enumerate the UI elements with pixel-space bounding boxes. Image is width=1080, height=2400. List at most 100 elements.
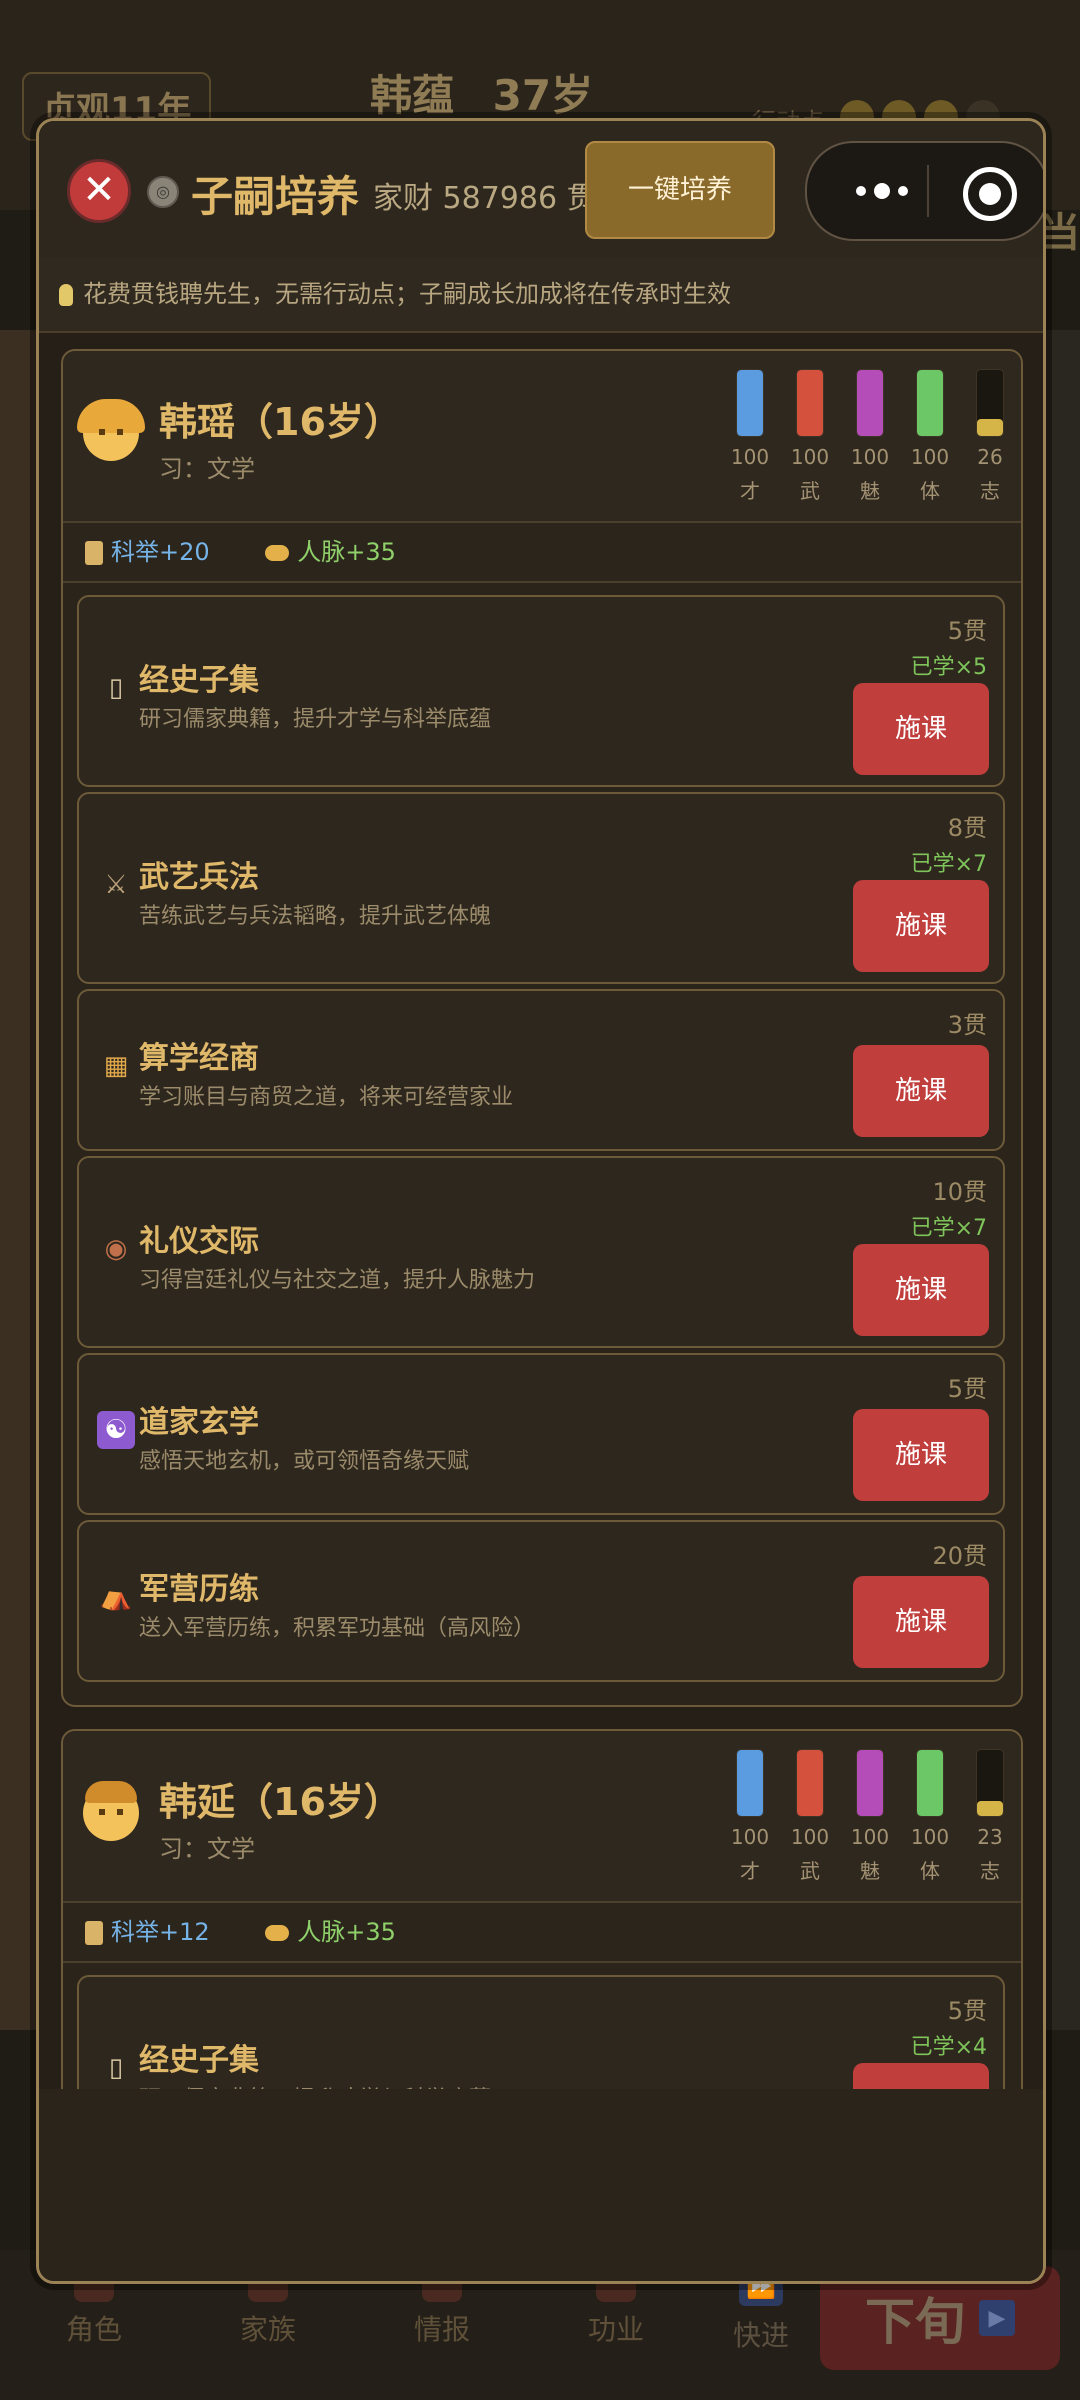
modal-footer-space <box>39 2103 1043 2281</box>
child-header: 韩瑶（16岁） 习：文学 100 才 100 武 100 魅 100 体 26 志 <box>63 351 1021 523</box>
stat-mei: 100 魅 <box>845 1749 895 1884</box>
yin-yang-icon: ☯ <box>97 1411 135 1449</box>
stat-wu: 100 武 <box>785 369 835 504</box>
renmai-bonus: 人脉+35 <box>297 1918 396 1946</box>
children-list[interactable]: 韩瑶（16岁） 习：文学 100 才 100 武 100 魅 100 体 26 志 科举+… <box>39 333 1043 2089</box>
course-learned: 已学×7 <box>910 1216 987 1241</box>
teach-button[interactable]: 施课 <box>853 1409 989 1501</box>
course-desc: 研习儒家典籍，提升才学与科举底蕴 <box>139 2081 491 2089</box>
course-name: 算学经商 <box>139 1041 259 1076</box>
close-button[interactable]: ✕ <box>67 159 131 223</box>
course-desc: 学习账目与商贸之道，将来可经营家业 <box>139 1085 514 1110</box>
family-wealth: 家财 587986 贯 <box>373 181 597 216</box>
more-options-icon[interactable] <box>837 143 927 239</box>
teach-button[interactable]: 施课 <box>853 683 989 775</box>
teach-button[interactable]: 施课 <box>853 1576 989 1668</box>
child-name: 韩延（16岁） <box>159 1780 402 1824</box>
close-miniprogram-icon[interactable] <box>963 167 1017 221</box>
teach-button[interactable]: 施课 <box>853 1045 989 1137</box>
child-card: 韩延（16岁） 习：文学 100 才 100 武 100 魅 100 体 23 志 科举+… <box>61 1729 1023 2089</box>
course-price: 3贯 <box>947 1011 987 1039</box>
player-header: 韩蕴 37岁 <box>370 62 593 123</box>
child-stats: 100 才 100 武 100 魅 100 体 23 志 <box>725 1749 1015 1884</box>
lightbulb-icon <box>59 284 73 306</box>
train-all-button[interactable]: 一键培养 <box>585 141 775 239</box>
course-price: 5贯 <box>947 1375 987 1403</box>
tab-label: 角色 <box>65 2313 122 2346</box>
course-desc: 感悟天地玄机，或可领悟奇缘天赋 <box>139 1449 470 1474</box>
boy-avatar-icon <box>83 1781 139 1841</box>
course-learned: 已学×5 <box>910 655 987 680</box>
course-price: 5贯 <box>947 617 987 645</box>
book-icon: ▯ <box>108 673 124 703</box>
scroll-icon <box>85 541 103 565</box>
handshake-icon <box>265 1925 290 1941</box>
course-learned: 已学×7 <box>910 852 987 877</box>
right-list-strip <box>1040 330 1080 2030</box>
course-desc: 习得宫廷礼仪与社交之道，提升人脉魅力 <box>139 1268 536 1293</box>
child-stats: 100 才 100 武 100 魅 100 体 26 志 <box>725 369 1015 504</box>
capsule-divider <box>927 165 929 217</box>
keju-bonus: 科举+12 <box>111 1918 210 1946</box>
play-icon: ▶ <box>979 2300 1015 2336</box>
player-age: 37岁 <box>492 71 594 120</box>
tab-label: 功业 <box>587 2313 644 2346</box>
modal-header: ✕ ◎ 子嗣培养 家财 587986 贯 一键培养 <box>39 121 1043 259</box>
player-name: 韩蕴 <box>370 71 455 120</box>
stat-cai: 100 才 <box>725 369 775 504</box>
course-price: 5贯 <box>947 1997 987 2025</box>
course-name: 武艺兵法 <box>139 860 259 895</box>
course-item: ◉ 礼仪交际 习得宫廷礼仪与社交之道，提升人脉魅力 10贯 已学×7 施课 <box>77 1156 1005 1348</box>
course-desc: 苦练武艺与兵法韬略，提升武艺体魄 <box>139 904 492 929</box>
stat-wu: 100 武 <box>785 1749 835 1884</box>
notice-bar: 花费贯钱聘先生，无需行动点；子嗣成长加成将在传承时生效 <box>39 257 1043 333</box>
left-artwork <box>0 330 40 2030</box>
stat-ti: 100 体 <box>905 369 955 504</box>
right-edge-text: 当 <box>1040 210 1080 256</box>
course-learned: 已学×4 <box>910 2035 987 2060</box>
course-name: 道家玄学 <box>139 1405 259 1440</box>
modal-title: 子嗣培养 <box>191 172 360 221</box>
coin-icon: ◎ <box>147 176 179 208</box>
course-item: ⚔ 武艺兵法 苦练武艺与兵法韬略，提升武艺体魄 8贯 已学×7 施课 <box>77 792 1005 984</box>
teach-button[interactable]: 施课 <box>853 1244 989 1336</box>
renmai-bonus: 人脉+35 <box>297 538 396 566</box>
course-name: 经史子集 <box>139 2043 259 2078</box>
stat-ti: 100 体 <box>905 1749 955 1884</box>
crossed-swords-icon: ⚔ <box>104 870 128 900</box>
course-item: ▯ 经史子集 研习儒家典籍，提升才学与科举底蕴 5贯 已学×4 施课 <box>77 1975 1005 2089</box>
course-price: 20贯 <box>932 1542 987 1570</box>
teach-button[interactable]: 施课 <box>853 880 989 972</box>
course-name: 礼仪交际 <box>139 1224 259 1259</box>
course-desc: 研习儒家典籍，提升才学与科举底蕴 <box>139 707 492 732</box>
stat-mei: 100 魅 <box>845 369 895 504</box>
fast-forward-label: 快进 <box>732 2319 789 2352</box>
bonus-row: 科举+20 人脉+35 <box>63 523 1021 583</box>
course-name: 军营历练 <box>139 1572 259 1607</box>
child-study: 习：文学 <box>159 455 255 483</box>
course-name: 经史子集 <box>139 663 259 698</box>
tab-label: 家族 <box>239 2313 296 2346</box>
girl-avatar-icon <box>77 399 145 461</box>
course-item: ▦ 算学经商 学习账目与商贸之道，将来可经营家业 3贯 施课 <box>77 989 1005 1151</box>
tent-icon: ⛺ <box>99 1582 133 1612</box>
drum-icon: ◉ <box>104 1234 128 1264</box>
notice-text: 花费贯钱聘先生，无需行动点；子嗣成长加成将在传承时生效 <box>83 280 731 308</box>
course-desc: 送入军营历练，积累军功基础（高风险） <box>139 1616 536 1641</box>
course-item: ▯ 经史子集 研习儒家典籍，提升才学与科举底蕴 5贯 已学×5 施课 <box>77 595 1005 787</box>
next-turn-label: 下旬 <box>865 2293 965 2351</box>
child-study: 习：文学 <box>159 1835 255 1863</box>
miniprogram-capsule <box>805 141 1043 241</box>
handshake-icon <box>265 545 290 561</box>
stat-cai: 100 才 <box>725 1749 775 1884</box>
course-price: 10贯 <box>932 1178 987 1206</box>
child-card: 韩瑶（16岁） 习：文学 100 才 100 武 100 魅 100 体 26 志 科举+… <box>61 349 1023 1707</box>
course-item: ☯ 道家玄学 感悟天地玄机，或可领悟奇缘天赋 5贯 施课 <box>77 1353 1005 1515</box>
course-price: 8贯 <box>947 814 987 842</box>
teach-button[interactable]: 施课 <box>853 2063 989 2089</box>
stat-zhi: 26 志 <box>965 369 1015 504</box>
keju-bonus: 科举+20 <box>111 538 210 566</box>
child-training-modal: ✕ ◎ 子嗣培养 家财 587986 贯 一键培养 花费贯钱聘先生，无需行动点；… <box>36 118 1046 2284</box>
abacus-icon: ▦ <box>103 1051 129 1081</box>
child-header: 韩延（16岁） 习：文学 100 才 100 武 100 魅 100 体 23 志 <box>63 1731 1021 1903</box>
